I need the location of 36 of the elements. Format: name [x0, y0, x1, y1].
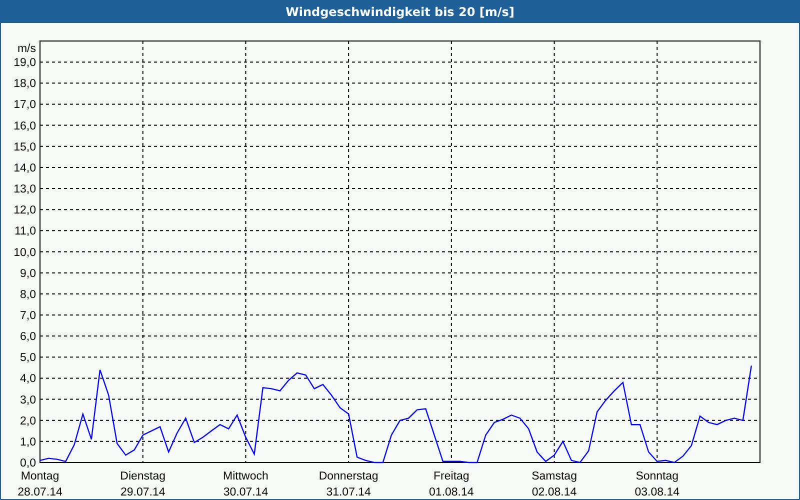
y-axis-label: 13,0: [14, 184, 36, 196]
y-axis-label: 9,0: [20, 268, 36, 280]
x-axis-date: 02.08.14: [532, 486, 577, 498]
y-axis-label: 7,0: [20, 310, 36, 322]
y-axis-label: 5,0: [20, 352, 36, 364]
x-axis-date: 01.08.14: [429, 486, 474, 498]
x-axis-date: 28.07.14: [18, 486, 62, 498]
y-axis-label: 4,0: [20, 373, 36, 386]
y-axis-label: 17,0: [14, 99, 36, 112]
x-axis-day: Donnerstag: [318, 470, 378, 482]
y-axis-unit: m/s: [17, 43, 36, 55]
x-axis-date: 29.07.14: [120, 486, 166, 498]
x-axis-date: 30.07.14: [223, 486, 268, 498]
x-axis-day: Sonntag: [636, 470, 679, 482]
y-axis-label: 18,0: [14, 78, 36, 90]
y-axis-label: 10,0: [14, 246, 36, 259]
x-axis-date: 31.07.14: [326, 486, 371, 498]
y-axis-label: 15,0: [14, 141, 36, 154]
window-title: Windgeschwindigkeit bis 20 [m/s]: [1, 1, 799, 23]
y-axis-label: 3,0: [20, 394, 36, 406]
x-axis-day: Montag: [20, 470, 60, 482]
y-axis-label: 8,0: [20, 288, 36, 301]
y-axis-label: 6,0: [20, 331, 36, 344]
y-axis-label: 16,0: [14, 120, 36, 132]
y-axis-label: 14,0: [14, 162, 36, 174]
y-axis-label: 2,0: [20, 415, 36, 428]
y-axis-label: 19,0: [14, 57, 36, 70]
y-axis-label: 0,0: [20, 458, 36, 470]
x-axis-date: 03.08.14: [634, 486, 680, 498]
x-axis-day: Samstag: [532, 470, 577, 482]
x-axis-day: Dienstag: [120, 470, 166, 482]
x-axis-day: Mittwoch: [223, 470, 268, 482]
y-axis-label: 12,0: [14, 204, 36, 217]
y-axis-label: 1,0: [20, 436, 36, 448]
y-axis-label: 11,0: [14, 226, 36, 238]
x-axis-day: Freitag: [434, 470, 470, 482]
